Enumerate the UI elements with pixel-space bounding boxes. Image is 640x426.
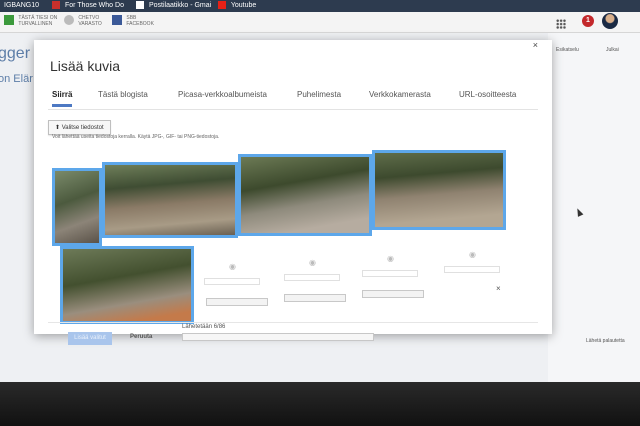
camera-icon: ◉ — [469, 250, 476, 259]
youtube-favicon-icon — [218, 1, 226, 10]
browser-tab[interactable]: IGBANG10 — [0, 0, 43, 12]
image-thumbnail[interactable] — [52, 168, 102, 246]
tab-from-blog[interactable]: Tästä blogista — [98, 90, 148, 99]
choose-files-button[interactable]: ⬆ Valitse tiedostot — [48, 120, 111, 135]
browser-tab[interactable]: Youtube — [214, 0, 260, 12]
bookmark-item[interactable]: SBB FACEBOOK — [112, 15, 154, 27]
browser-tab[interactable]: Postilaatikko - Gmai — [132, 0, 215, 12]
add-images-dialog: Lisää kuvia × Siirrä Tästä blogista Pica… — [34, 40, 552, 345]
bookmark-icon — [64, 15, 74, 25]
close-icon[interactable]: × — [496, 284, 501, 293]
slot-caption-line — [284, 274, 340, 281]
upload-progress-bar — [182, 333, 374, 341]
photo — [105, 165, 235, 235]
tab-phone[interactable]: Puhelimesta — [297, 90, 341, 99]
dialog-title: Lisää kuvia — [50, 58, 121, 74]
tab-url[interactable]: URL-osoitteesta — [459, 90, 516, 99]
choose-files-label: Valitse tiedostot — [61, 125, 104, 131]
bookmark-label: SBB FACEBOOK — [126, 15, 154, 27]
monitor-bezel — [0, 382, 640, 426]
bookmarks-bar: TÄSTÄ TIESI ON TURVALLINEN CHETVO VARAST… — [0, 12, 640, 33]
upload-status: Lähetetään 6/86 — [182, 324, 226, 330]
slot-caption-line — [204, 278, 260, 285]
monitor-screen: IGBANG10 For Those Who Do Postilaatikko … — [0, 0, 640, 382]
cursor-icon — [574, 207, 584, 217]
publish-button[interactable]: Julkai — [606, 47, 619, 53]
upload-icon: ⬆ — [55, 125, 61, 131]
bookmark-item[interactable]: CHETVO VARASTO — [64, 15, 102, 27]
feedback-link[interactable]: Lähetä palautetta — [586, 338, 625, 344]
tabs-divider — [48, 109, 538, 110]
cancel-button[interactable]: Peruuta — [130, 334, 152, 340]
image-thumbnail[interactable] — [372, 150, 506, 230]
footer-divider — [48, 322, 538, 323]
preview-button[interactable]: Esikatselu — [556, 47, 579, 53]
tab-favicon-icon — [52, 1, 60, 10]
slot-progress-bar — [362, 290, 424, 298]
browser-tab-bar: IGBANG10 For Those Who Do Postilaatikko … — [0, 0, 640, 12]
blog-name-partial: on Elär — [0, 73, 33, 85]
photo — [241, 157, 369, 233]
facebook-icon — [112, 15, 122, 25]
tab-label: Youtube — [230, 2, 257, 9]
tab-label: Postilaatikko - Gmai — [148, 2, 212, 9]
slot-caption-line — [362, 270, 418, 277]
bookmark-label: TÄSTÄ TIESI ON TURVALLINEN — [18, 15, 58, 27]
photo — [55, 171, 99, 243]
upload-slot: ◉ — [444, 250, 504, 290]
tab-label: For Those Who Do — [64, 2, 124, 9]
close-icon[interactable]: × — [533, 40, 538, 50]
photo — [375, 153, 503, 227]
editor-right-panel: 1 Esikatselu Julkai Lähetä palautetta — [548, 13, 640, 382]
slot-caption-line — [444, 266, 500, 273]
upload-slot: ◉ — [284, 258, 344, 298]
tab-upload[interactable]: Siirrä — [52, 90, 73, 107]
blogger-title-partial: gger — [0, 45, 31, 62]
dialog-tabs: Siirrä Tästä blogista Picasa-verkkoalbum… — [48, 78, 538, 108]
camera-icon: ◉ — [309, 258, 316, 267]
bookmark-label: CHETVO VARASTO — [78, 15, 102, 27]
image-thumbnail[interactable] — [238, 154, 372, 236]
bookmark-item[interactable]: TÄSTÄ TIESI ON TURVALLINEN — [4, 15, 57, 27]
camera-icon: ◉ — [229, 262, 236, 271]
image-thumbnail[interactable] — [60, 246, 194, 324]
slot-progress-bar — [284, 294, 346, 302]
tab-picasa[interactable]: Picasa-verkkoalbumeista — [178, 90, 267, 99]
tab-label: IGBANG10 — [4, 2, 40, 9]
tab-webcam[interactable]: Verkkokamerasta — [369, 90, 431, 99]
upload-slot: ◉ — [204, 262, 264, 302]
apps-grid-icon[interactable] — [556, 19, 566, 29]
upload-hint: Voit lähettää useita tiedostoja kerralla… — [52, 134, 220, 140]
gmail-favicon-icon — [136, 1, 144, 10]
camera-icon: ◉ — [387, 254, 394, 263]
add-selected-button[interactable]: Lisää valitut — [68, 332, 112, 345]
notification-icon[interactable]: 1 — [582, 15, 594, 27]
upload-slot: ◉ — [362, 254, 422, 294]
check-icon — [4, 15, 14, 25]
image-thumbnail[interactable] — [102, 162, 238, 238]
avatar[interactable] — [602, 13, 618, 29]
photo — [63, 249, 191, 321]
browser-tab[interactable]: For Those Who Do — [48, 0, 128, 12]
slot-progress-bar — [206, 298, 268, 306]
